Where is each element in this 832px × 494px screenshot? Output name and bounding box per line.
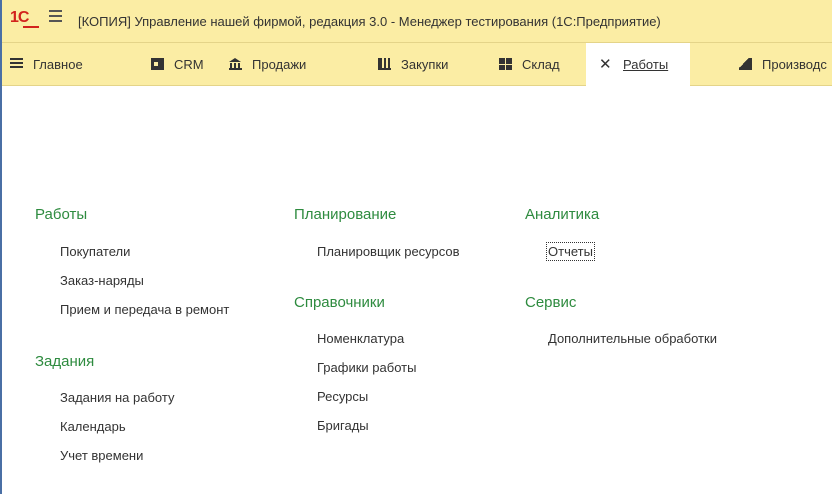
cart-icon	[378, 58, 391, 70]
section-crm[interactable]: CRM	[151, 43, 204, 85]
group-title-tasks: Задания	[35, 353, 95, 370]
link-work-tasks[interactable]: Задания на работу	[60, 390, 174, 405]
link-nomenclature[interactable]: Номенклатура	[317, 331, 404, 346]
section-label: CRM	[174, 56, 204, 72]
group-title-works: Работы	[35, 206, 88, 223]
section-label: Работы	[623, 57, 669, 72]
section-production[interactable]: Производс	[739, 43, 827, 85]
section-sales[interactable]: Продажи	[229, 43, 306, 85]
link-customers[interactable]: Покупатели	[60, 244, 130, 259]
section-label: Главное	[33, 56, 83, 72]
group-title-planning: Планирование	[294, 206, 397, 223]
menu-lines-icon	[10, 58, 23, 70]
link-work-schedules[interactable]: Графики работы	[317, 360, 416, 375]
section-label: Продажи	[252, 56, 307, 72]
window-title: [КОПИЯ] Управление нашей фирмой, редакци…	[78, 14, 661, 29]
link-time-tracking[interactable]: Учет времени	[60, 448, 143, 463]
section-warehouse[interactable]: Склад	[499, 43, 560, 85]
section-label: Производс	[762, 56, 827, 72]
warehouse-grid-icon	[499, 58, 512, 70]
1c-logo[interactable]: 1С	[10, 9, 39, 28]
section-purchases[interactable]: Закупки	[378, 43, 448, 85]
tools-icon	[599, 55, 613, 73]
bank-icon	[229, 58, 242, 70]
link-calendar[interactable]: Календарь	[60, 419, 126, 434]
link-repair-handover[interactable]: Прием и передача в ремонт	[60, 302, 229, 317]
factory-icon	[739, 58, 752, 70]
section-label: Склад	[522, 56, 560, 72]
link-additional-processing[interactable]: Дополнительные обработки	[548, 331, 717, 346]
group-title-catalogs: Справочники	[294, 294, 385, 311]
group-title-service: Сервис	[525, 294, 577, 311]
main-menu-icon[interactable]	[49, 10, 62, 24]
link-teams[interactable]: Бригады	[317, 418, 369, 433]
section-label: Закупки	[401, 56, 449, 72]
group-title-analytics: Аналитика	[525, 206, 600, 223]
link-resources[interactable]: Ресурсы	[317, 389, 368, 404]
logo-underline	[23, 26, 39, 28]
link-reports[interactable]: Отчеты	[546, 242, 595, 261]
contact-card-icon	[151, 58, 164, 70]
sections-panel: Главное CRM Продажи Закупки Склад Работы…	[2, 43, 832, 86]
link-resource-planner[interactable]: Планировщик ресурсов	[317, 244, 460, 259]
link-work-orders[interactable]: Заказ-наряды	[60, 273, 144, 288]
section-main[interactable]: Главное	[10, 43, 83, 85]
title-bar: 1С [КОПИЯ] Управление нашей фирмой, реда…	[2, 0, 832, 43]
section-works[interactable]: Работы	[586, 43, 691, 86]
logo-text: 1С	[10, 9, 29, 26]
